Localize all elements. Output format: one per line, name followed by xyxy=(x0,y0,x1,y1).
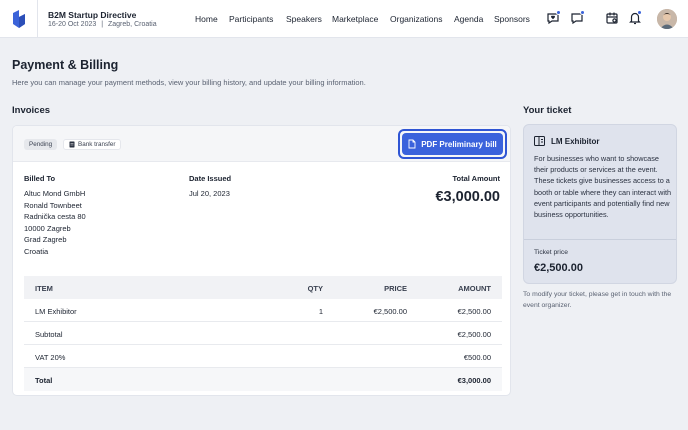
address-line: 10000 Zagreb xyxy=(24,223,71,233)
status-badge: Pending xyxy=(24,139,58,150)
nav-speakers[interactable]: Speakers xyxy=(286,14,322,24)
nav-sponsors[interactable]: Sponsors xyxy=(494,14,530,24)
row-price: €2,500.00 xyxy=(373,307,407,316)
user-avatar[interactable] xyxy=(657,9,677,29)
billed-to-label: Billed To xyxy=(24,174,56,183)
bank-document-icon xyxy=(69,141,75,148)
payment-method-label: Bank transfer xyxy=(78,141,116,148)
total-value: €3,000.00 xyxy=(457,376,491,385)
top-navigation-bar: B2M Startup Directive 16-20 Oct 2023 | Z… xyxy=(0,0,688,38)
row-qty: 1 xyxy=(318,307,323,316)
ticket-divider xyxy=(524,239,676,240)
vat-value: €500.00 xyxy=(463,353,491,362)
subtotal-value: €2,500.00 xyxy=(457,330,491,339)
ticket-price-label: Ticket price xyxy=(534,249,568,256)
event-subtitle: 16-20 Oct 2023 | Zagreb, Croatia xyxy=(48,21,157,28)
row-amount: €2,500.00 xyxy=(457,307,491,316)
payment-method-badge: Bank transfer xyxy=(63,139,122,150)
bell-icon[interactable] xyxy=(628,10,642,25)
invoice-card: Pending Bank transfer PDF Preliminary bi… xyxy=(12,125,511,396)
app-logo-icon[interactable] xyxy=(9,9,29,29)
total-row: Total €3,000.00 xyxy=(24,368,502,391)
column-header-amount: AMOUNT xyxy=(458,284,491,293)
vat-label: VAT 20% xyxy=(35,353,66,362)
total-label: Total xyxy=(35,376,53,385)
nav-participants[interactable]: Participants xyxy=(229,14,273,24)
pdf-button-body[interactable]: PDF Preliminary bill xyxy=(402,133,503,155)
nav-agenda[interactable]: Agenda xyxy=(454,14,483,24)
address-line: Ronald Townbeet xyxy=(24,200,82,210)
total-amount-label: Total Amount xyxy=(452,174,501,183)
notification-dot xyxy=(637,10,642,15)
ticket-name: LM Exhibitor xyxy=(551,137,600,146)
address-line: Croatia xyxy=(24,246,49,256)
ticket-card: LM Exhibitor For businesses who want to … xyxy=(523,124,677,284)
vat-row: VAT 20% €500.00 xyxy=(24,345,502,368)
pdf-button-label[interactable]: PDF Preliminary bill xyxy=(421,140,497,149)
invoices-section-title: Invoices xyxy=(12,105,51,116)
message-icon[interactable] xyxy=(570,10,585,25)
date-issued-value: Jul 20, 2023 xyxy=(189,189,230,198)
event-location: Zagreb, Croatia xyxy=(108,21,157,28)
ticket-modify-note: To modify your ticket, please get in tou… xyxy=(523,291,672,309)
event-separator: | xyxy=(101,21,104,28)
document-icon xyxy=(408,139,416,149)
table-header-row: ITEM QTY PRICE AMOUNT xyxy=(24,276,502,299)
nav-marketplace[interactable]: Marketplace xyxy=(332,14,378,24)
heart-chat-icon[interactable] xyxy=(546,10,561,25)
nav-home[interactable]: Home xyxy=(195,14,218,24)
subtotal-label: Subtotal xyxy=(35,330,63,339)
column-header-qty: QTY xyxy=(307,284,323,293)
total-amount-value: €3,000.00 xyxy=(435,189,500,205)
ticket-icon xyxy=(534,136,545,146)
ticket-price-value: €2,500.00 xyxy=(534,262,583,274)
date-issued-label: Date Issued xyxy=(189,174,232,183)
subtotal-row: Subtotal €2,500.00 xyxy=(24,322,502,345)
header-divider xyxy=(37,0,38,38)
ticket-section-title: Your ticket xyxy=(523,105,572,116)
row-item: LM Exhibitor xyxy=(35,307,77,316)
page-description: Here you can manage your payment methods… xyxy=(12,78,366,87)
event-dates: 16-20 Oct 2023 xyxy=(48,21,97,28)
address-line: Radnička cesta 80 xyxy=(24,212,86,222)
address-line: Grad Zagreb xyxy=(24,235,67,245)
nav-organizations[interactable]: Organizations xyxy=(390,14,442,24)
invoice-table: ITEM QTY PRICE AMOUNT LM Exhibitor 1 €2,… xyxy=(24,276,502,391)
page-title: Payment & Billing xyxy=(12,58,119,72)
ticket-description: For businesses who want to showcase thei… xyxy=(534,154,672,220)
billing-address: Altuc Mond GmbH Ronald Townbeet Radnička… xyxy=(24,188,86,258)
column-header-item: ITEM xyxy=(35,284,53,293)
notification-dot xyxy=(580,10,585,15)
pdf-preliminary-bill-button[interactable]: PDF Preliminary bill xyxy=(398,129,507,159)
column-header-price: PRICE xyxy=(384,284,407,293)
event-title: B2M Startup Directive xyxy=(48,10,137,20)
notification-dot xyxy=(556,10,561,15)
calendar-icon[interactable] xyxy=(605,11,619,25)
table-row: LM Exhibitor 1 €2,500.00 €2,500.00 xyxy=(24,299,502,322)
address-line: Altuc Mond GmbH xyxy=(24,189,86,198)
invoice-card-header: Pending Bank transfer PDF Preliminary bi… xyxy=(13,126,510,162)
